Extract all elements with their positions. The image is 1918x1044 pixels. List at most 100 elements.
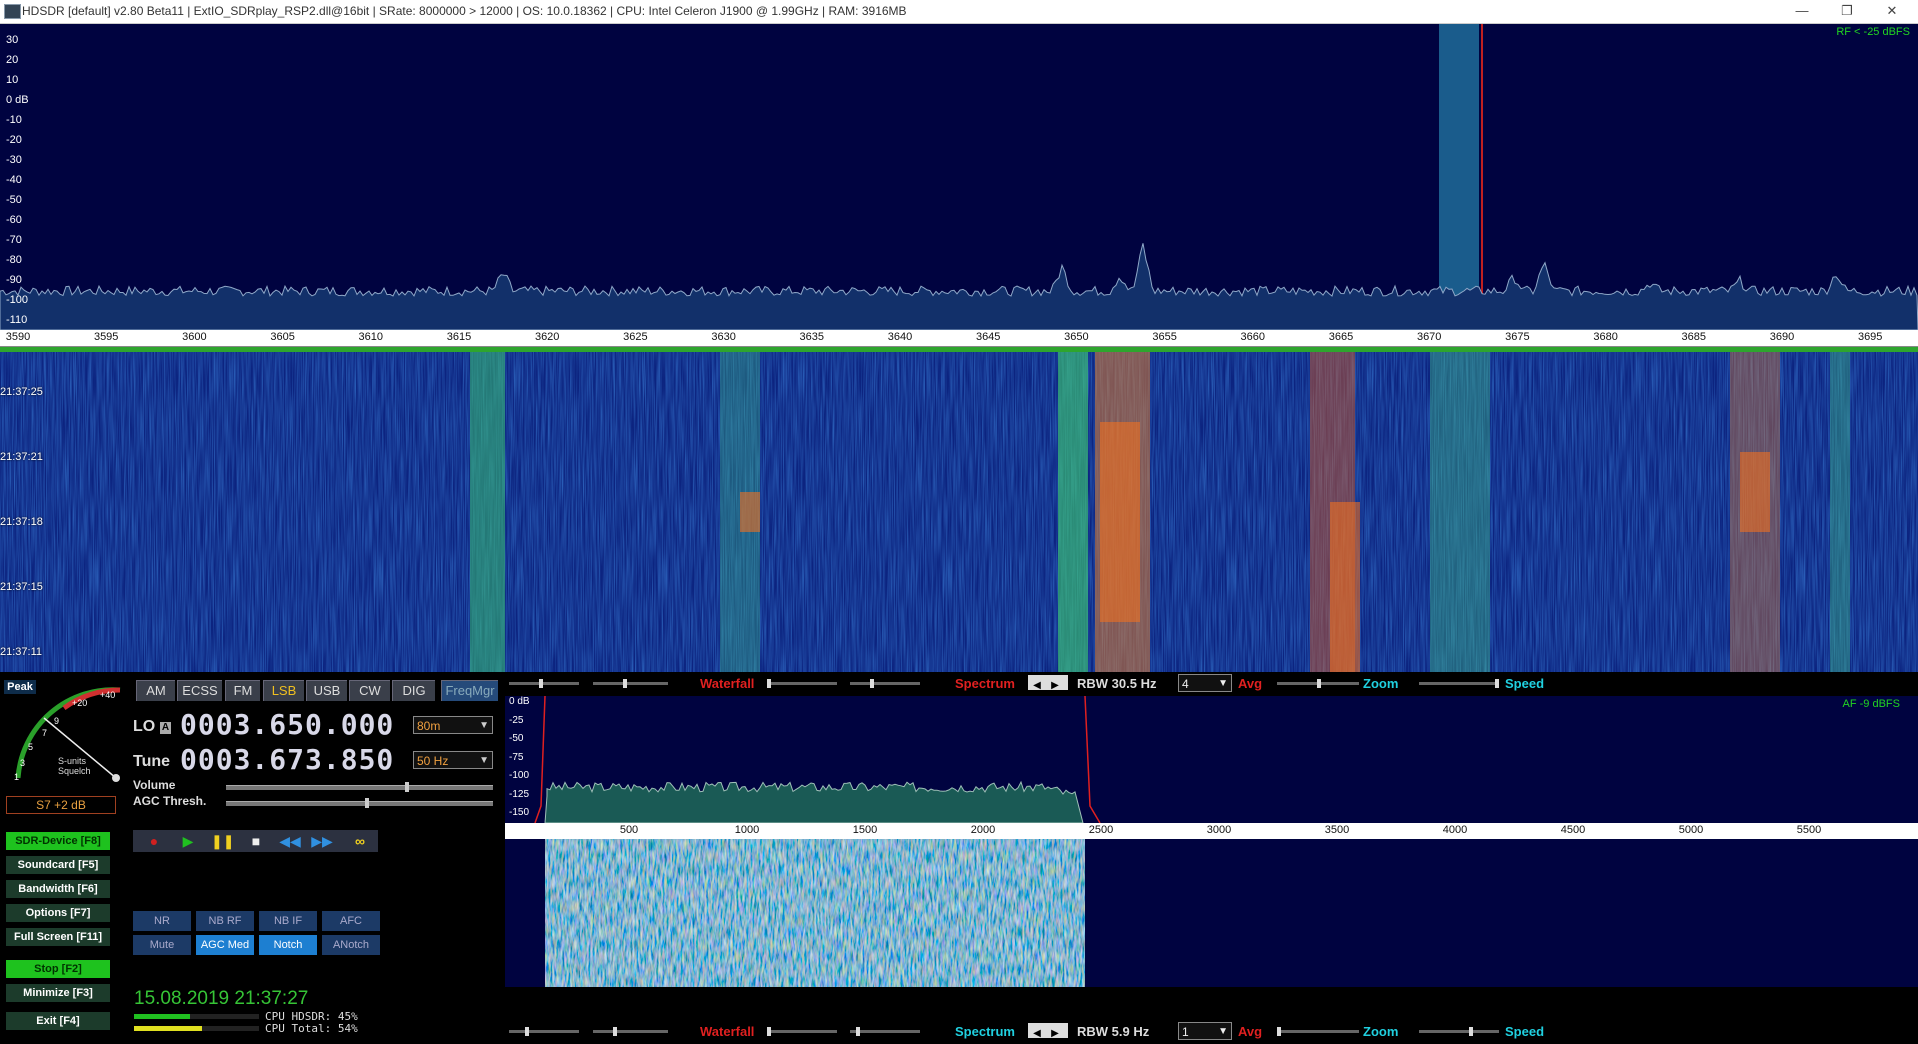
volume-knob[interactable]	[404, 782, 409, 792]
rf-spectrum-level-slider[interactable]	[850, 679, 920, 688]
dsp-mute-button[interactable]: Mute	[133, 935, 191, 955]
side-button-full[interactable]: Full Screen [F11]	[6, 928, 110, 946]
dsp-nr-button[interactable]: NR	[133, 911, 191, 931]
stop-icon[interactable]: ■	[245, 833, 267, 849]
side-button-stop[interactable]: Stop [F2]	[6, 960, 110, 978]
af-avg-label: Avg	[1238, 1024, 1263, 1039]
af-level-label: AF -9 dBFS	[1842, 698, 1900, 710]
rf-speed-slider[interactable]	[1419, 679, 1499, 688]
mode-fm-button[interactable]: FM	[225, 680, 260, 701]
dsp-agc-med-button[interactable]: AGC Med	[196, 935, 254, 955]
mode-usb-button[interactable]: USB	[306, 680, 347, 701]
freq-scale-label: 3635	[799, 331, 825, 343]
af-rbw-stepper[interactable]: ◀ ▶	[1028, 1023, 1068, 1041]
side-button-minimize[interactable]: Minimize [F3]	[6, 984, 110, 1002]
af-filter-low-edge[interactable]	[534, 696, 546, 823]
mode-dig-button[interactable]: DIG	[392, 680, 435, 701]
side-button-sdr-device[interactable]: SDR-Device [F8]	[6, 832, 110, 850]
freqmgr-button[interactable]: FreqMgr	[441, 680, 498, 701]
s-meter-scale-label: +20	[72, 698, 88, 708]
pause-icon[interactable]: ❚❚	[211, 833, 234, 849]
minimize-button[interactable]: —	[1780, 0, 1824, 23]
rf-zoom-slider[interactable]	[1277, 679, 1359, 688]
mode-am-button[interactable]: AM	[136, 680, 175, 701]
rf-level-label: RF < -25 dBFS	[1836, 26, 1910, 38]
rf-waterfall-label: Waterfall	[700, 676, 755, 691]
rf-frequency-scale[interactable]: 3590 3595 3600 3605 3610 3615 3620 3625 3630 3635…	[0, 330, 1918, 347]
arrow-right-icon[interactable]: ▶	[1046, 1026, 1064, 1041]
chevron-down-icon: ▼	[1218, 1026, 1228, 1037]
freq-scale-label: 3660	[1240, 331, 1266, 343]
waterfall-hotspot	[1330, 502, 1360, 672]
dsp-notch-button[interactable]: Notch	[259, 935, 317, 955]
waterfall-time-label: 21:37:25	[0, 386, 43, 398]
dsp-nb-rf-button[interactable]: NB RF	[196, 911, 254, 931]
window-title: HDSDR [default] v2.80 Beta11 | ExtIO_SDR…	[22, 4, 907, 18]
rf-waterfall[interactable]: 21:37:25 21:37:21 21:37:18 21:37:15 21:37:11	[0, 352, 1918, 672]
arrow-left-icon[interactable]: ◀	[1028, 678, 1046, 693]
rf-spectrum-contrast-slider[interactable]	[767, 679, 837, 688]
chevron-down-icon: ▼	[479, 720, 489, 731]
af-waterfall[interactable]	[505, 839, 1918, 987]
rf-waterfall-level-slider[interactable]	[593, 679, 668, 688]
lo-frequency[interactable]: 0003.650.000	[180, 708, 394, 741]
tune-frequency[interactable]: 0003.673.850	[180, 743, 394, 776]
squelch-label[interactable]: Squelch	[58, 766, 91, 776]
af-spectrum-contrast-slider[interactable]	[767, 1027, 837, 1036]
af-filter-high-edge[interactable]	[1084, 696, 1101, 823]
freq-scale-label: 3650	[1064, 331, 1089, 343]
rewind-icon[interactable]: ◀◀	[279, 833, 301, 849]
rf-avg-select[interactable]: 4 ▼	[1178, 674, 1232, 692]
agc-thresh-label: AGC Thresh.	[133, 794, 207, 808]
side-button-bandwidth[interactable]: Bandwidth [F6]	[6, 880, 110, 898]
db-scale-label: -20	[6, 134, 22, 146]
af-freq-scale-label: 3000	[1206, 824, 1232, 836]
cpu-hdsdr-bar-track	[134, 1014, 259, 1019]
rf-waterfall-contrast-slider[interactable]	[509, 679, 579, 688]
dsp-afc-button[interactable]: AFC	[322, 911, 380, 931]
af-spectrum-level-slider[interactable]	[850, 1027, 920, 1036]
step-select[interactable]: 50 Hz ▼	[413, 751, 493, 769]
rf-rbw-stepper[interactable]: ◀ ▶	[1028, 675, 1068, 693]
mode-lsb-button[interactable]: LSB	[263, 680, 304, 701]
s-meter-reading: S7 +2 dB	[6, 796, 116, 814]
play-icon[interactable]: ▶	[177, 833, 199, 849]
mode-ecss-button[interactable]: ECSS	[177, 680, 222, 701]
record-icon[interactable]: ●	[143, 833, 165, 849]
freq-scale-label: 3625	[623, 331, 648, 343]
dsp-nb-if-button[interactable]: NB IF	[259, 911, 317, 931]
af-zoom-slider[interactable]	[1277, 1027, 1359, 1036]
freq-scale-label: 3630	[711, 331, 736, 343]
agc-thresh-knob[interactable]	[365, 798, 370, 808]
fast-forward-icon[interactable]: ▶▶	[311, 833, 333, 849]
side-button-options[interactable]: Options [F7]	[6, 904, 110, 922]
rf-zoom-label: Zoom	[1363, 676, 1399, 691]
close-button[interactable]: ✕	[1870, 0, 1914, 23]
arrow-left-icon[interactable]: ◀	[1028, 1026, 1046, 1041]
af-waterfall-contrast-slider[interactable]	[509, 1027, 579, 1036]
lo-vfo-badge[interactable]: A	[160, 722, 171, 734]
waterfall-signal	[1430, 352, 1490, 672]
af-spectrum-display[interactable]: AF -9 dBFS 0 dB -25 -50 -75 -100 -125 -150	[505, 696, 1918, 823]
loop-icon[interactable]: ∞	[345, 833, 375, 849]
restore-button[interactable]: ❐	[1825, 0, 1869, 23]
arrow-right-icon[interactable]: ▶	[1046, 678, 1064, 693]
side-button-soundcard[interactable]: Soundcard [F5]	[6, 856, 110, 874]
peak-button[interactable]: Peak	[4, 680, 36, 694]
rf-spectrum-display[interactable]: RF < -25 dBFS 30 20 10 0 dB -10 -20 -30 -40 -50 -…	[0, 24, 1918, 330]
mode-cw-button[interactable]: CW	[349, 680, 390, 701]
af-avg-select[interactable]: 1 ▼	[1178, 1022, 1232, 1040]
dsp-anotch-button[interactable]: ANotch	[322, 935, 380, 955]
af-freq-scale-label: 1500	[852, 824, 878, 836]
side-button-exit[interactable]: Exit [F4]	[6, 1012, 110, 1030]
freq-scale-label: 3640	[887, 331, 913, 343]
freq-scale-label: 3685	[1681, 331, 1707, 343]
volume-slider[interactable]	[226, 782, 493, 792]
af-waterfall-level-slider[interactable]	[593, 1027, 668, 1036]
af-speed-slider[interactable]	[1419, 1027, 1499, 1036]
band-select[interactable]: 80m ▼	[413, 716, 493, 734]
freq-scale-label: 3675	[1505, 331, 1530, 343]
s-meter-scale-label: 9	[54, 716, 60, 726]
agc-thresh-slider[interactable]	[226, 798, 493, 808]
af-frequency-scale[interactable]: 500 1000 1500 2000 2500 3000 3500 4000 4500 5000 5…	[505, 823, 1918, 839]
